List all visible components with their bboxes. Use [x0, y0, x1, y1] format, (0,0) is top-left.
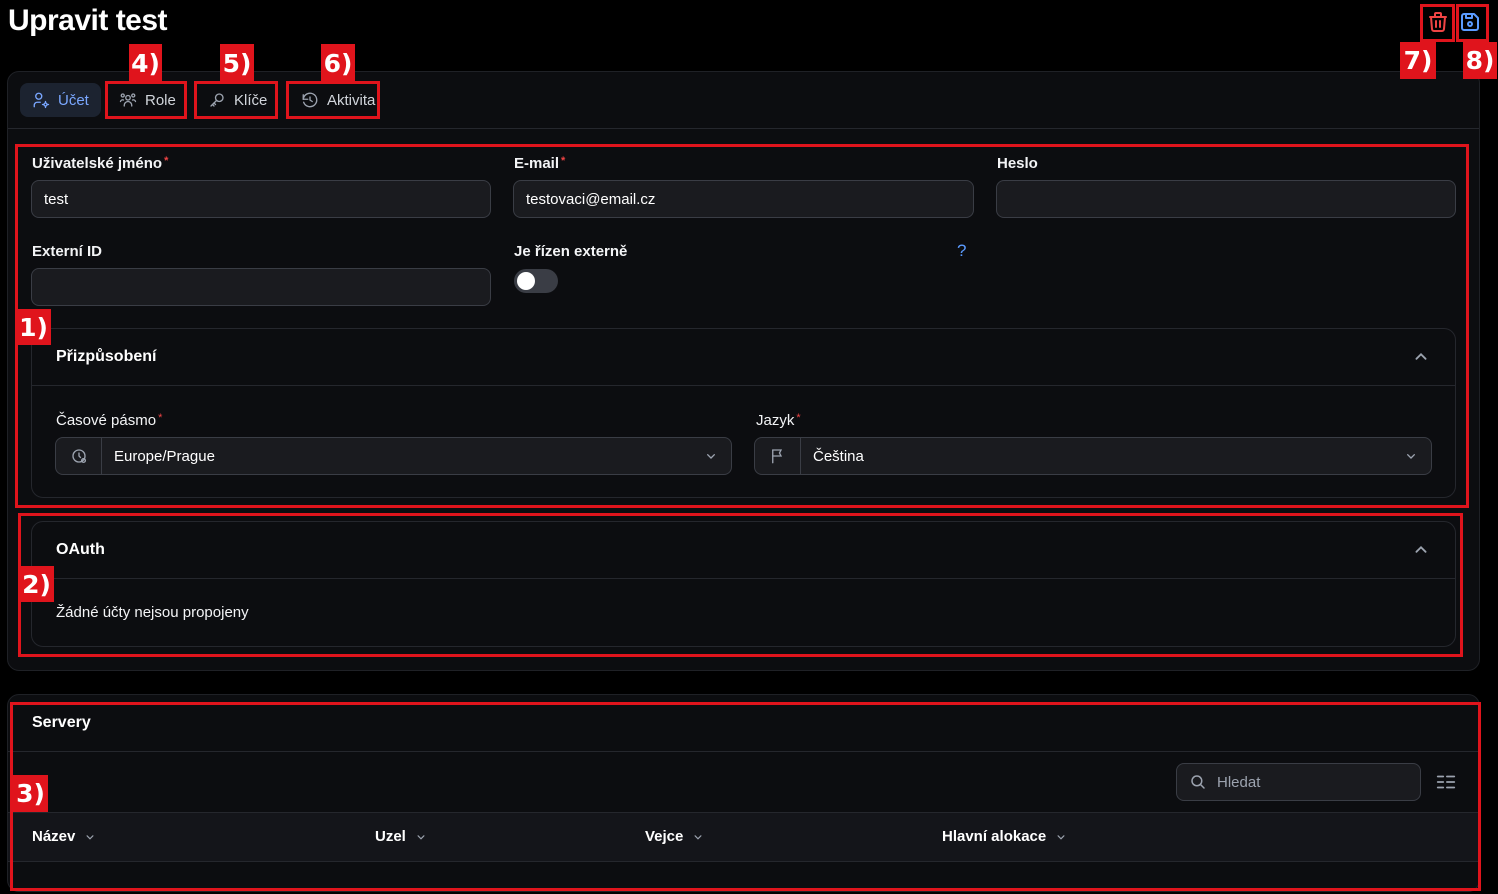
tab-label: Aktivita: [327, 91, 376, 109]
chevron-up-icon: [1415, 545, 1427, 553]
timezone-select[interactable]: Europe/Prague: [55, 437, 732, 475]
password-field[interactable]: [996, 180, 1456, 218]
oauth-collapse-button[interactable]: [1410, 539, 1432, 561]
email-label: E-mail *: [514, 155, 566, 172]
external-id-field[interactable]: [31, 268, 491, 306]
language-prefix: [755, 438, 801, 474]
page-title: Upravit test: [8, 4, 168, 37]
chevron-down-icon: [86, 834, 94, 840]
search-placeholder: Hledat: [1217, 773, 1261, 791]
annotation-marker-3: 3): [13, 775, 48, 812]
chevron-down-icon: [1057, 834, 1065, 840]
annotation-marker-1: 1): [16, 309, 51, 345]
save-icon: [1461, 13, 1479, 31]
password-label: Heslo: [997, 155, 1038, 172]
username-label: Uživatelské jméno *: [32, 155, 169, 172]
chevron-down-icon: [1391, 438, 1431, 474]
oauth-title: OAuth: [56, 541, 105, 558]
timezone-label: Časové pásmo *: [56, 412, 163, 429]
column-header-egg[interactable]: Vejce: [645, 828, 705, 845]
users-icon: [119, 93, 137, 107]
column-header-name[interactable]: Název: [32, 828, 97, 845]
search-icon: [1191, 775, 1205, 789]
externally-managed-label: Je řízen externě: [514, 243, 628, 260]
username-field[interactable]: test: [31, 180, 491, 218]
customization-collapse-button[interactable]: [1410, 346, 1432, 368]
save-button[interactable]: [1454, 6, 1486, 38]
clock-icon: [71, 449, 86, 464]
language-select[interactable]: Čeština: [754, 437, 1432, 475]
oauth-empty-text: Žádné účty nejsou propojeny: [56, 604, 249, 621]
trash-icon: [1429, 12, 1447, 32]
servers-divider: [8, 751, 1479, 752]
tab-label: Role: [145, 91, 176, 109]
oauth-section: [31, 521, 1456, 647]
tab-account[interactable]: Účet: [20, 83, 101, 117]
timezone-prefix: [56, 438, 102, 474]
chevron-down-icon: [694, 834, 702, 840]
customization-title: Přizpůsobení: [56, 348, 157, 365]
servers-search-input[interactable]: Hledat: [1176, 763, 1421, 801]
tab-activity[interactable]: Aktivita: [289, 83, 387, 117]
tabs-divider: [8, 128, 1479, 129]
key-icon: [210, 93, 224, 107]
tab-keys[interactable]: Klíče: [196, 83, 279, 117]
column-toggle-button[interactable]: [1434, 771, 1458, 793]
annotation-marker-2: 2): [19, 566, 54, 602]
timezone-value: Europe/Prague: [114, 447, 215, 465]
annotation-marker-8: 8): [1463, 42, 1497, 79]
history-icon: [302, 92, 318, 108]
annotation-marker-4: 4): [129, 44, 162, 82]
user-gear-icon: [33, 92, 50, 109]
chevron-up-icon: [1415, 352, 1427, 360]
customization-divider: [32, 385, 1455, 386]
flag-icon: [771, 449, 782, 464]
column-header-node[interactable]: Uzel: [375, 828, 428, 845]
delete-button[interactable]: [1422, 6, 1454, 38]
external-id-label: Externí ID: [32, 243, 103, 260]
email-field[interactable]: testovaci@email.cz: [513, 180, 974, 218]
servers-title: Servery: [32, 714, 91, 731]
annotation-marker-6: 6): [321, 44, 355, 82]
chevron-down-icon: [417, 834, 425, 840]
tab-label: Účet: [58, 91, 89, 109]
language-label: Jazyk *: [756, 412, 801, 429]
tab-label: Klíče: [234, 91, 268, 109]
column-header-allocation[interactable]: Hlavní alokace: [942, 828, 1068, 845]
servers-table-header: [8, 812, 1479, 862]
tab-roles[interactable]: Role: [107, 83, 188, 117]
help-icon[interactable]: ?: [957, 241, 966, 261]
chevron-down-icon: [691, 438, 731, 474]
language-value: Čeština: [813, 447, 864, 465]
annotation-marker-5: 5): [220, 44, 254, 82]
annotation-marker-7: 7): [1400, 42, 1436, 79]
oauth-divider: [32, 578, 1455, 579]
externally-managed-toggle[interactable]: [514, 269, 558, 293]
columns-icon: [1436, 775, 1456, 789]
